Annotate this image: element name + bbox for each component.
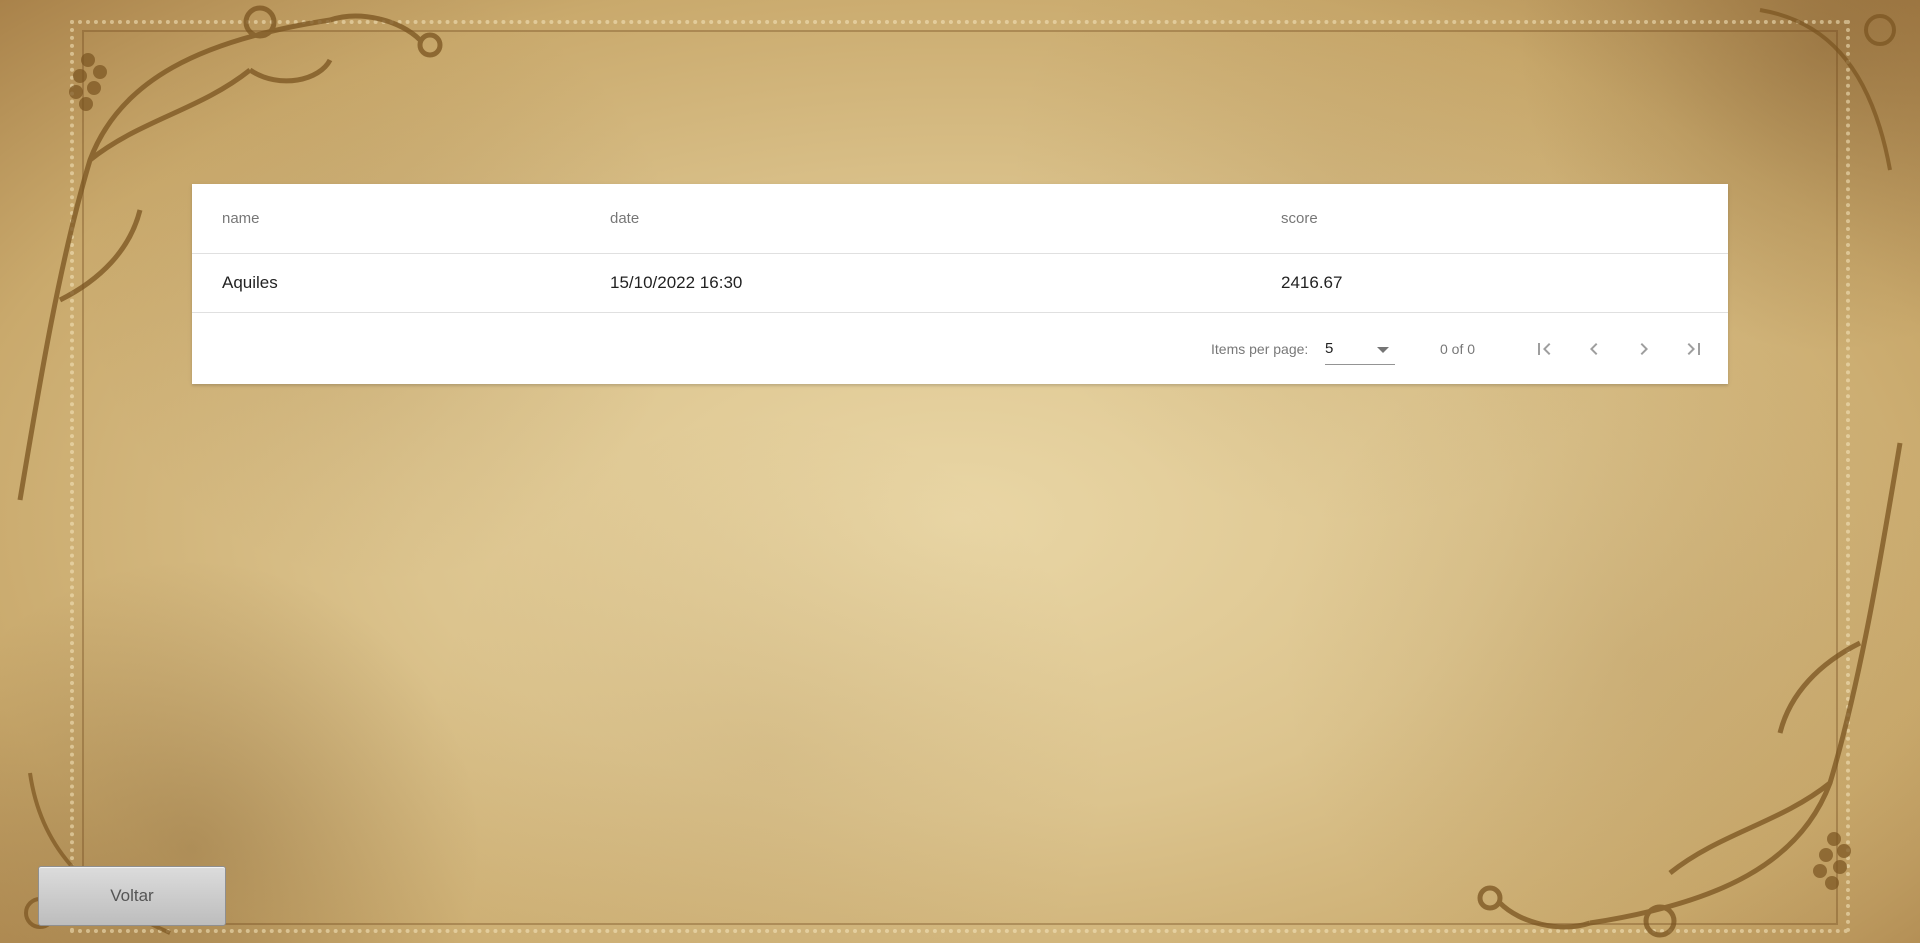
last-page-button[interactable] [1674, 329, 1714, 369]
decorative-frame-dots [70, 20, 1850, 933]
first-page-button[interactable] [1524, 329, 1564, 369]
previous-page-button[interactable] [1574, 329, 1614, 369]
bottom-right-flourish [1477, 442, 1903, 938]
table-header-row: name date score [192, 184, 1728, 254]
cell-date: 15/10/2022 16:30 [610, 273, 743, 292]
items-per-page-label: Items per page: [1211, 341, 1309, 357]
back-button[interactable]: Voltar [38, 866, 226, 926]
page-range-label: 0 of 0 [1440, 341, 1476, 357]
parchment-background [0, 0, 1920, 943]
paginator: Items per page: 5 0 of 0 [192, 313, 1728, 384]
column-header-score[interactable]: score [1281, 184, 1318, 253]
page-size-value: 5 [1325, 340, 1334, 357]
chevron-right-icon [1640, 343, 1648, 355]
table-row: Aquiles 15/10/2022 16:30 2416.67 [192, 254, 1728, 313]
first-page-icon [1538, 343, 1551, 355]
dropdown-arrow-icon [1377, 347, 1389, 353]
top-right-flourish [1759, 8, 1896, 171]
page-size-select[interactable]: 5 [1325, 333, 1395, 365]
scores-table-card: name date score Aquiles 15/10/2022 16:30… [192, 184, 1728, 384]
next-page-button[interactable] [1624, 329, 1664, 369]
cell-score: 2416.67 [1281, 273, 1343, 292]
cell-name: Aquiles [222, 273, 278, 292]
chevron-left-icon [1590, 343, 1598, 355]
column-header-date[interactable]: date [610, 184, 639, 253]
decorative-frame [82, 30, 1838, 925]
last-page-icon [1687, 343, 1700, 355]
column-header-name[interactable]: name [222, 184, 260, 253]
